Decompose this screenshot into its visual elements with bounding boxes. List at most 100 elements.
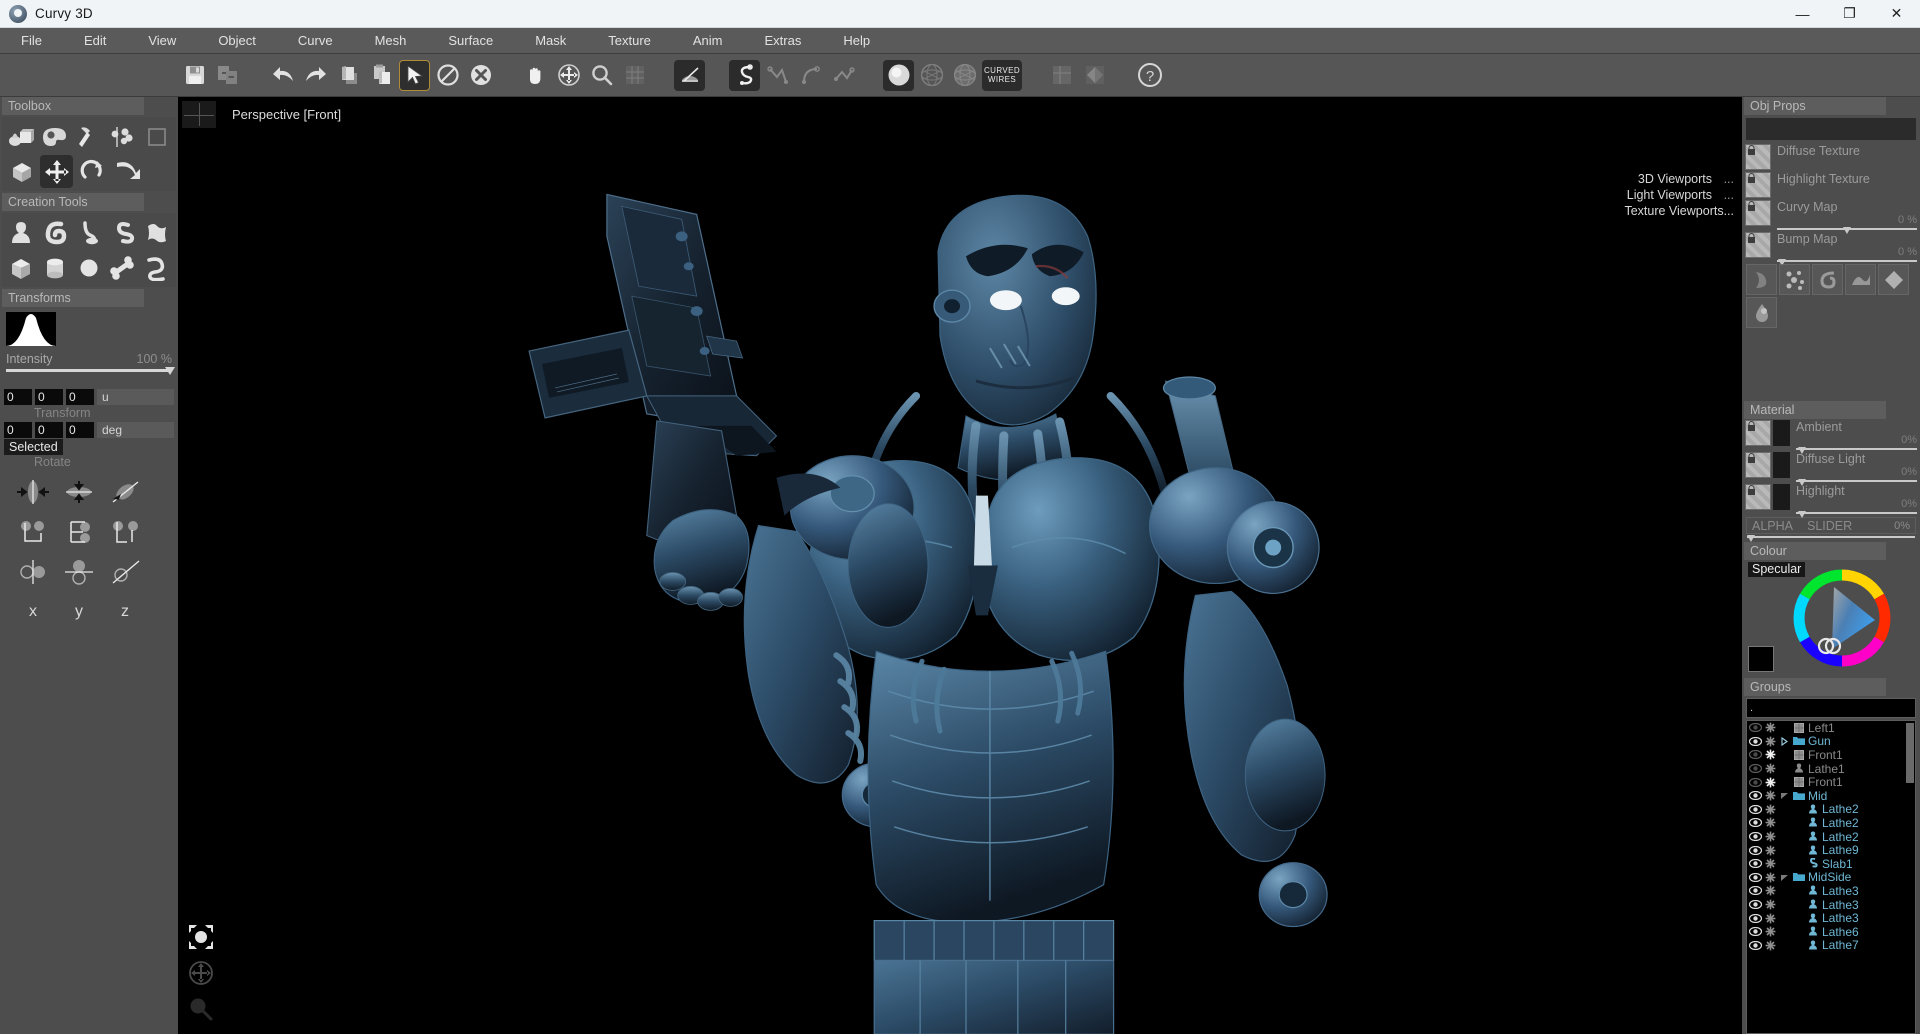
colour-picker[interactable]: Specular: [1742, 560, 1920, 678]
viewport-3d[interactable]: Perspective [Front] 3D Viewports... Ligh…: [178, 97, 1742, 1034]
lock-star-icon[interactable]: [1763, 749, 1778, 760]
groups-tree-row[interactable]: Front1: [1747, 775, 1915, 789]
hook-icon[interactable]: [39, 216, 71, 249]
visibility-eye-icon[interactable]: [1747, 859, 1763, 868]
menu-item-surface[interactable]: Surface: [427, 28, 514, 53]
colour-swatch[interactable]: [1748, 646, 1774, 672]
axis-z-button[interactable]: z: [103, 599, 147, 625]
visibility-eye-icon[interactable]: [1747, 778, 1763, 787]
save-icon[interactable]: [179, 60, 210, 91]
undo-icon[interactable]: [267, 60, 298, 91]
expander-icon[interactable]: [1778, 873, 1791, 882]
translate-y-field[interactable]: 0: [35, 389, 63, 405]
mirror-x-icon[interactable]: [11, 477, 55, 507]
shaded-sphere-icon[interactable]: [883, 60, 914, 91]
box-icon[interactable]: [5, 155, 38, 188]
groups-tree-row[interactable]: Lathe3: [1747, 884, 1915, 898]
lock-star-icon[interactable]: [1763, 858, 1778, 869]
redo-icon[interactable]: [300, 60, 331, 91]
lock-texture-icon[interactable]: [1745, 144, 1771, 170]
symmetry-balls-icon[interactable]: [107, 120, 139, 153]
groups-tree-row[interactable]: Lathe2: [1747, 816, 1915, 830]
groups-search-input[interactable]: .: [1746, 698, 1916, 718]
expander-icon[interactable]: [1778, 737, 1791, 746]
diamond-shade-icon[interactable]: [1878, 264, 1909, 295]
align-corner-icon[interactable]: [103, 517, 147, 547]
visibility-eye-icon[interactable]: [1747, 818, 1763, 827]
rotate-z-field[interactable]: 0: [66, 422, 94, 438]
lock-star-icon[interactable]: [1763, 885, 1778, 896]
center-vertical-icon[interactable]: [11, 557, 55, 587]
groups-tree-row[interactable]: Lathe3: [1747, 911, 1915, 925]
shaded-wireframe-icon[interactable]: [949, 60, 980, 91]
close-button[interactable]: ✕: [1873, 0, 1920, 28]
palette-icon[interactable]: [39, 120, 71, 153]
prop-row-diffuse-texture[interactable]: Diffuse Texture: [1742, 143, 1920, 171]
lock-star-icon[interactable]: [1763, 926, 1778, 937]
minimize-button[interactable]: —: [1779, 0, 1826, 28]
wireframe-sphere-icon[interactable]: [916, 60, 947, 91]
visibility-eye-icon[interactable]: [1747, 846, 1763, 855]
groups-tree-row[interactable]: Mid: [1747, 789, 1915, 803]
specular-channel-tag[interactable]: Specular: [1748, 562, 1805, 577]
prop-row-curvy-map[interactable]: Curvy Map 0 %: [1742, 199, 1920, 231]
zoom-gizmo-icon[interactable]: [184, 992, 218, 1026]
swirl-icon[interactable]: [1812, 264, 1843, 295]
primitive-shapes-icon[interactable]: [5, 120, 37, 153]
lock-texture-icon[interactable]: [1745, 452, 1771, 478]
visibility-eye-icon[interactable]: [1747, 723, 1763, 732]
axis-x-button[interactable]: x: [11, 599, 55, 625]
lock-texture-icon[interactable]: [1745, 200, 1771, 226]
diffuse-colour-field[interactable]: [1773, 452, 1790, 478]
menu-item-object[interactable]: Object: [197, 28, 277, 53]
lathe-icon[interactable]: [5, 216, 37, 249]
lock-star-icon[interactable]: [1763, 777, 1778, 788]
center-horizontal-icon[interactable]: [57, 557, 101, 587]
menu-item-anim[interactable]: Anim: [672, 28, 744, 53]
mirror-diagonal-icon[interactable]: [103, 477, 147, 507]
lock-star-icon[interactable]: [1763, 899, 1778, 910]
groups-tree-row[interactable]: MidSide: [1747, 871, 1915, 885]
visibility-eye-icon[interactable]: [1747, 914, 1763, 923]
viewport-layout-icon[interactable]: [182, 101, 216, 128]
prop-row-bump-map[interactable]: Bump Map 0 %: [1742, 231, 1920, 263]
zoom-magnifier-icon[interactable]: [586, 60, 617, 91]
lock-texture-icon[interactable]: [1745, 420, 1771, 446]
fold-icon[interactable]: [1845, 264, 1876, 295]
viewport-menu-texture[interactable]: Texture Viewports...: [1624, 203, 1734, 219]
visibility-eye-icon[interactable]: [1747, 873, 1763, 882]
help-question-icon[interactable]: ?: [1134, 60, 1165, 91]
lock-star-icon[interactable]: [1763, 763, 1778, 774]
prop-row-ambient[interactable]: Ambient 0%: [1742, 419, 1920, 451]
lock-star-icon[interactable]: [1763, 913, 1778, 924]
groups-tree-row[interactable]: Left1: [1747, 721, 1915, 735]
tube-icon[interactable]: [141, 251, 173, 284]
translate-x-field[interactable]: 0: [4, 389, 32, 405]
menu-item-mask[interactable]: Mask: [514, 28, 587, 53]
texture-grid-icon[interactable]: [1046, 60, 1077, 91]
menu-item-file[interactable]: File: [0, 28, 63, 53]
groups-tree-row[interactable]: Lathe1: [1747, 762, 1915, 776]
groups-scrollbar[interactable]: [1906, 723, 1914, 783]
slider-alpha[interactable]: [1747, 536, 1915, 538]
menu-item-view[interactable]: View: [127, 28, 197, 53]
diamond-icon[interactable]: [1079, 60, 1110, 91]
visibility-eye-icon[interactable]: [1747, 832, 1763, 841]
paste-icon[interactable]: [366, 60, 397, 91]
curl-icon[interactable]: [73, 216, 105, 249]
pan-gizmo-icon[interactable]: [184, 956, 218, 990]
viewport-menu-light[interactable]: Light Viewports...: [1624, 187, 1734, 203]
menu-item-edit[interactable]: Edit: [63, 28, 127, 53]
slider-bump-map[interactable]: [1777, 260, 1917, 262]
lock-star-icon[interactable]: [1763, 736, 1778, 747]
lock-star-icon[interactable]: [1763, 817, 1778, 828]
copy-icon[interactable]: [333, 60, 364, 91]
lock-texture-icon[interactable]: [1745, 232, 1771, 258]
mirror-y-icon[interactable]: [57, 477, 101, 507]
slab-icon[interactable]: [141, 216, 173, 249]
grid-icon[interactable]: [619, 60, 650, 91]
viewport-menu-3d[interactable]: 3D Viewports...: [1624, 171, 1734, 187]
lock-star-icon[interactable]: [1763, 940, 1778, 951]
rotate-y-field[interactable]: 0: [35, 422, 63, 438]
maximize-button[interactable]: ❐: [1826, 0, 1873, 28]
